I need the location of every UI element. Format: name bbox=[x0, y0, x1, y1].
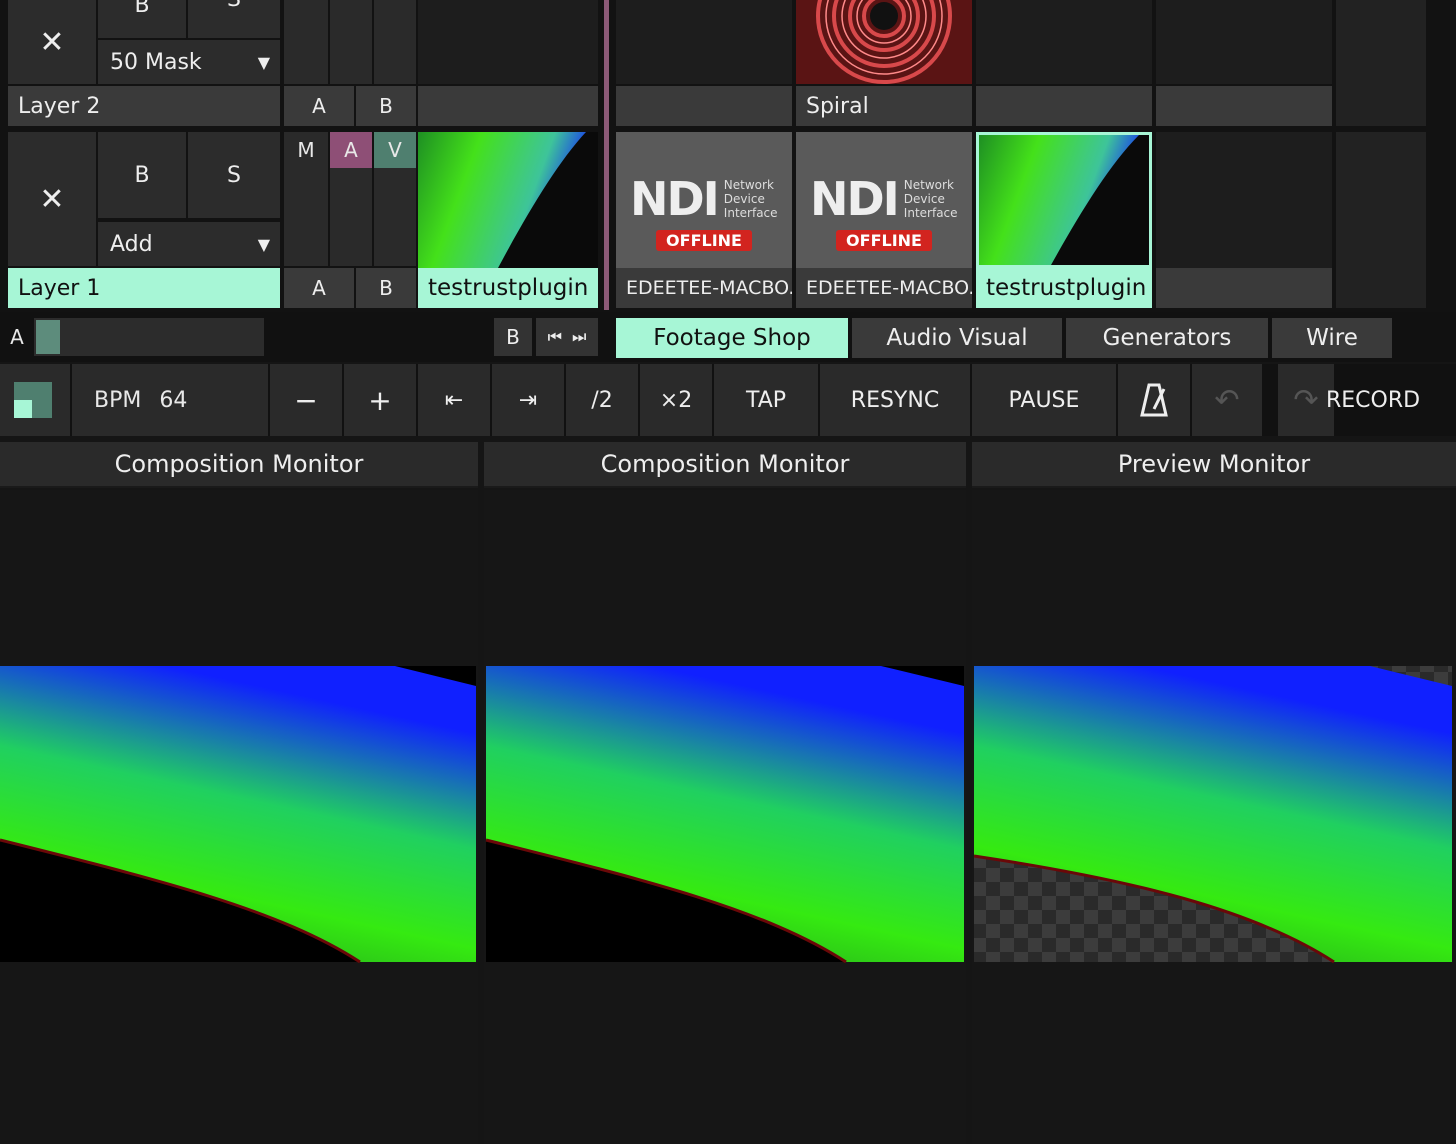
clip-slot[interactable] bbox=[976, 0, 1152, 84]
clip-slot-label bbox=[418, 86, 598, 126]
layer2-solo-button[interactable]: S bbox=[188, 0, 280, 38]
pause-button[interactable]: PAUSE bbox=[972, 364, 1116, 436]
layer1-mask-button[interactable]: M bbox=[284, 132, 328, 168]
skip-start-icon[interactable]: ⏮ bbox=[548, 327, 562, 347]
transport-buttons[interactable]: ⏮ ⏭ bbox=[536, 318, 598, 356]
spiral-thumbnail bbox=[796, 0, 972, 84]
clip-slot[interactable] bbox=[418, 0, 598, 84]
group-divider bbox=[604, 0, 609, 310]
layer2-name[interactable]: Layer 2 bbox=[8, 86, 280, 126]
clip-ndi-label: EDEETEE-MACBO... bbox=[796, 268, 972, 308]
clip-slot-label bbox=[1156, 86, 1332, 126]
beat-indicator bbox=[0, 364, 70, 436]
tab-wire[interactable]: Wire bbox=[1272, 318, 1392, 358]
resync-button[interactable]: RESYNC bbox=[820, 364, 970, 436]
monitor-title: Composition Monitor bbox=[0, 442, 478, 488]
layer1-clear-button[interactable]: ✕ bbox=[8, 132, 96, 266]
layer2-clear-button[interactable]: ✕ bbox=[8, 0, 96, 84]
preview-monitor bbox=[972, 490, 1456, 1144]
layer2-blend-dropdown[interactable]: 50 Mask ▼ bbox=[98, 40, 280, 84]
clip-ndi-label: EDEETEE-MACBO... bbox=[616, 268, 792, 308]
clip-slot-label bbox=[616, 86, 792, 126]
bpm-half-button[interactable]: /2 bbox=[566, 364, 638, 436]
monitor-output bbox=[485, 666, 964, 964]
clip-slot[interactable] bbox=[616, 0, 792, 84]
clip-slot-label bbox=[1156, 268, 1332, 308]
layer1-b-button[interactable]: B bbox=[356, 268, 416, 308]
gradient-thumbnail bbox=[979, 135, 1149, 265]
dropdown-arrow-icon: ▼ bbox=[257, 234, 270, 254]
clip-ndi-source[interactable]: NDI Network Device Interface OFFLINE bbox=[796, 132, 972, 268]
skip-end-icon[interactable]: ⏭ bbox=[572, 327, 586, 347]
layer2-b-button[interactable]: B bbox=[356, 86, 416, 126]
layer1-name[interactable]: Layer 1 bbox=[8, 268, 280, 308]
layer1-a-button[interactable]: A bbox=[284, 268, 354, 308]
crossfader-a-label[interactable]: A bbox=[4, 318, 30, 356]
undo-button[interactable]: ↶ bbox=[1192, 364, 1262, 436]
nudge-forward-button[interactable]: ⇥ bbox=[492, 364, 564, 436]
record-button[interactable]: RECORD bbox=[1326, 364, 1456, 436]
composition-monitor-2 bbox=[484, 490, 966, 1144]
monitor-output bbox=[973, 666, 1452, 964]
clip-testrustplugin-selected-label: testrustplugin bbox=[976, 268, 1152, 308]
layer2-a-button[interactable]: A bbox=[284, 86, 354, 126]
crossfader-b-label[interactable]: B bbox=[494, 318, 532, 356]
crossfader-track[interactable] bbox=[34, 318, 264, 356]
nudge-back-button[interactable]: ⇤ bbox=[418, 364, 490, 436]
bpm-value[interactable]: 64 bbox=[159, 388, 187, 413]
layer2-fader-a[interactable] bbox=[284, 0, 328, 84]
clip-slot[interactable] bbox=[1156, 132, 1332, 268]
crossfader-handle[interactable] bbox=[36, 320, 60, 354]
monitor-output bbox=[0, 666, 476, 964]
clip-spiral[interactable] bbox=[796, 0, 972, 84]
close-icon: ✕ bbox=[39, 181, 65, 217]
layer1-blend-dropdown[interactable]: Add ▼ bbox=[98, 222, 280, 266]
clip-testrustplugin-label: testrustplugin bbox=[418, 268, 598, 308]
layer2-fader-c[interactable] bbox=[374, 0, 416, 84]
tap-button[interactable]: TAP bbox=[714, 364, 818, 436]
offline-badge: OFFLINE bbox=[836, 230, 932, 251]
layer1-audio-button[interactable]: A bbox=[330, 132, 372, 168]
monitor-title: Preview Monitor bbox=[972, 442, 1456, 488]
undo-icon: ↶ bbox=[1214, 382, 1240, 418]
clip-spiral-label: Spiral bbox=[796, 86, 972, 126]
ndi-logo: NDI Network Device Interface bbox=[810, 172, 958, 226]
close-icon: ✕ bbox=[39, 24, 65, 60]
clip-slot-label bbox=[976, 86, 1152, 126]
bpm-increase-button[interactable]: + bbox=[344, 364, 416, 436]
clip-slot[interactable] bbox=[1156, 0, 1332, 84]
offline-badge: OFFLINE bbox=[656, 230, 752, 251]
ndi-logo: NDI Network Device Interface bbox=[630, 172, 778, 226]
gradient-thumbnail bbox=[418, 132, 598, 268]
redo-icon: ↷ bbox=[1293, 382, 1319, 418]
composition-monitor-1 bbox=[0, 490, 478, 1144]
clip-column-extra bbox=[1336, 0, 1426, 126]
dropdown-arrow-icon: ▼ bbox=[257, 52, 270, 72]
metronome-icon bbox=[1140, 383, 1168, 417]
layer1-video-button[interactable]: V bbox=[374, 132, 416, 168]
tab-generators[interactable]: Generators bbox=[1066, 318, 1268, 358]
tab-footage-shop[interactable]: Footage Shop bbox=[616, 318, 848, 358]
bpm-field[interactable]: BPM 64 bbox=[72, 364, 268, 436]
tab-audio-visual[interactable]: Audio Visual bbox=[852, 318, 1062, 358]
layer2-fader-b[interactable] bbox=[330, 0, 372, 84]
layer2-bypass-button[interactable]: B bbox=[98, 0, 186, 38]
metronome-button[interactable] bbox=[1118, 364, 1190, 436]
clip-testrustplugin[interactable] bbox=[418, 132, 598, 268]
clip-column-extra bbox=[1336, 132, 1426, 308]
monitor-title: Composition Monitor bbox=[484, 442, 966, 488]
layer1-solo-button[interactable]: S bbox=[188, 132, 280, 218]
layer1-bypass-button[interactable]: B bbox=[98, 132, 186, 218]
clip-ndi-source[interactable]: NDI Network Device Interface OFFLINE bbox=[616, 132, 792, 268]
bpm-double-button[interactable]: ×2 bbox=[640, 364, 712, 436]
bpm-decrease-button[interactable]: − bbox=[270, 364, 342, 436]
clip-testrustplugin-selected[interactable] bbox=[976, 132, 1152, 268]
